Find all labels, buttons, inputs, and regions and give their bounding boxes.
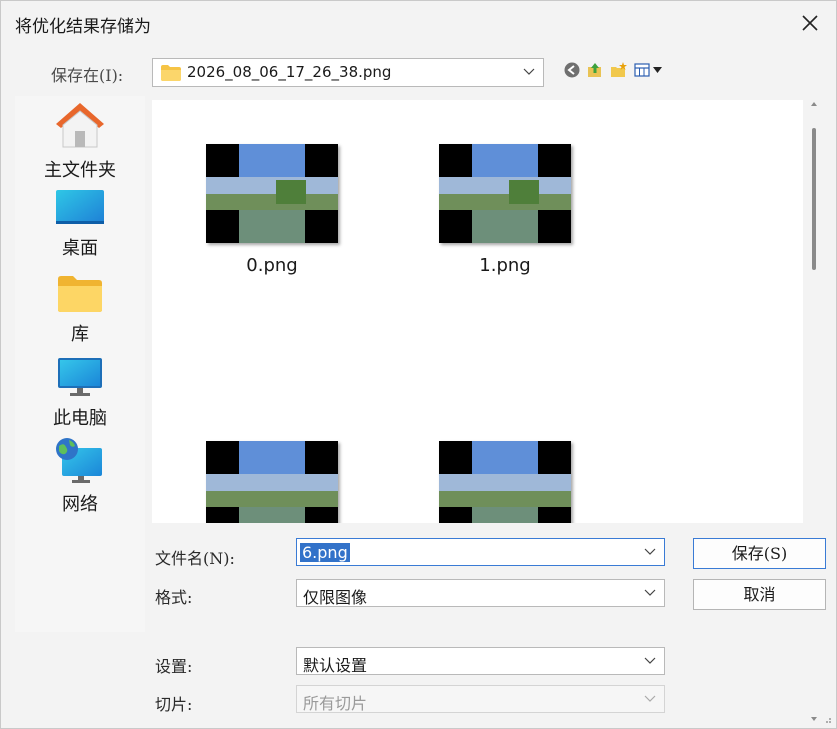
place-library[interactable]: 库 — [15, 274, 145, 346]
lookin-label: 保存在(I): — [51, 66, 124, 85]
resize-grip-icon[interactable] — [822, 714, 832, 724]
image-thumbnail — [439, 144, 571, 243]
filename-label: 文件名(N): — [155, 549, 235, 568]
place-label: 库 — [71, 324, 89, 345]
title-bar: 将优化结果存储为 — [1, 1, 836, 45]
slices-value: 所有切片 — [303, 694, 368, 713]
format-label: 格式: — [155, 588, 193, 607]
file-item[interactable]: 1.png — [435, 144, 575, 276]
file-item[interactable] — [435, 441, 575, 523]
chevron-down-icon — [523, 68, 535, 75]
slices-label: 切片: — [155, 695, 193, 714]
desktop-icon — [56, 190, 104, 224]
home-icon — [56, 103, 104, 148]
file-list[interactable]: 0.png 1.png — [152, 100, 803, 523]
scroll-up-icon[interactable] — [809, 100, 819, 108]
library-folder-icon — [58, 276, 102, 312]
format-select[interactable]: 仅限图像 — [296, 579, 665, 607]
settings-value: 默认设置 — [303, 656, 368, 675]
lookin-combo[interactable]: 2026_08_06_17_26_38.png — [152, 58, 544, 87]
scroll-down-icon[interactable] — [809, 715, 819, 723]
lookin-value: 2026_08_06_17_26_38.png — [187, 63, 392, 81]
chevron-down-icon — [644, 695, 656, 702]
settings-label: 设置: — [155, 657, 193, 676]
chevron-down-icon[interactable] — [644, 547, 656, 557]
file-name: 1.png — [479, 255, 531, 276]
place-home[interactable]: 主文件夹 — [15, 100, 145, 182]
place-label: 网络 — [62, 494, 98, 515]
place-desktop[interactable]: 桌面 — [15, 188, 145, 260]
slices-select: 所有切片 — [296, 685, 665, 713]
dialog-title: 将优化结果存储为 — [15, 17, 151, 37]
scrollbar-thumb[interactable] — [812, 128, 816, 270]
file-item[interactable]: 0.png — [202, 144, 342, 276]
place-label: 此电脑 — [53, 408, 107, 429]
file-name: 0.png — [246, 255, 298, 276]
image-thumbnail — [439, 441, 571, 523]
folder-icon — [161, 65, 181, 81]
place-label: 桌面 — [62, 238, 98, 259]
filename-value: 6.png — [300, 543, 350, 562]
close-icon — [802, 15, 818, 31]
chevron-down-icon — [644, 589, 656, 596]
vertical-scrollbar[interactable] — [809, 100, 819, 723]
new-folder-icon[interactable] — [610, 61, 628, 79]
save-dialog: 将优化结果存储为 保存在(I): 2026_08_06_17_26_38.png — [0, 0, 837, 729]
place-label: 主文件夹 — [44, 160, 116, 181]
network-icon — [56, 438, 102, 483]
close-button[interactable] — [794, 7, 826, 39]
image-thumbnail — [206, 144, 338, 243]
places-bar: 主文件夹 桌面 库 此电脑 网络 — [15, 96, 145, 632]
image-thumbnail — [206, 441, 338, 523]
filename-field[interactable]: 6.png — [296, 538, 665, 566]
computer-icon — [58, 358, 102, 396]
save-button[interactable]: 保存(S) — [693, 538, 826, 569]
cancel-button[interactable]: 取消 — [693, 579, 826, 610]
chevron-down-icon — [644, 657, 656, 664]
view-menu-icon[interactable] — [634, 61, 664, 79]
place-network[interactable]: 网络 — [15, 436, 145, 516]
back-icon[interactable] — [563, 61, 581, 79]
up-folder-icon[interactable] — [586, 61, 604, 79]
file-item[interactable] — [202, 441, 342, 523]
settings-select[interactable]: 默认设置 — [296, 647, 665, 675]
format-value: 仅限图像 — [303, 588, 368, 607]
place-computer[interactable]: 此电脑 — [15, 356, 145, 430]
